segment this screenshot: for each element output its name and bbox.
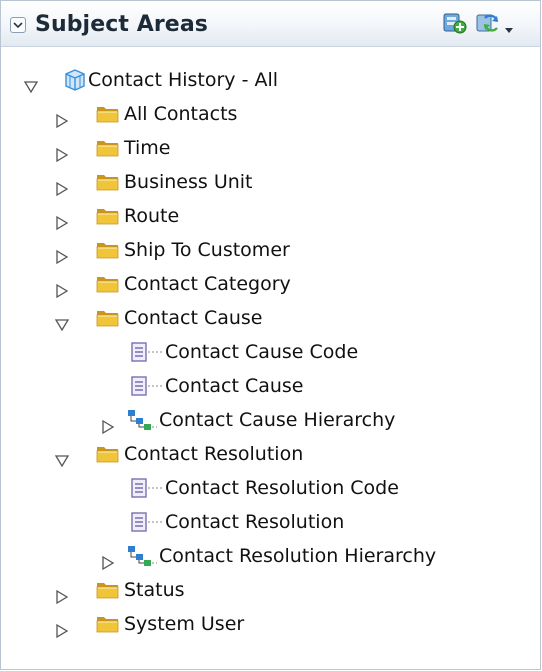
tree-item-label: Status (124, 579, 185, 601)
subject-areas-panel: Subject Areas Contact History - AllAll (0, 0, 541, 670)
tree-item-label: Business Unit (124, 171, 253, 193)
tree-column-contact-cause[interactable]: Contact Cause (1, 369, 540, 403)
expanded-triangle-icon[interactable] (54, 446, 70, 468)
tree-item-label: Contact Resolution Hierarchy (159, 545, 437, 567)
tree-item-label: Contact Category (124, 273, 291, 295)
tree-item-label: Route (124, 205, 180, 227)
tree-column-contact-cause-code[interactable]: Contact Cause Code (1, 335, 540, 369)
tree-folder-system-user[interactable]: System User (1, 607, 540, 641)
tree-root-contact-history[interactable]: Contact History - All (1, 63, 540, 97)
tree-folder-status[interactable]: Status (1, 573, 540, 607)
collapsed-triangle-icon[interactable] (54, 616, 70, 639)
collapsed-triangle-icon[interactable] (54, 208, 70, 231)
chevron-down-icon[interactable] (10, 17, 26, 33)
collapsed-triangle-icon[interactable] (54, 276, 70, 299)
tree-item-label: Contact Resolution Code (165, 477, 399, 499)
tree-hierarchy-contact-cause-hierarchy[interactable]: Contact Cause Hierarchy (1, 403, 540, 437)
tree-folder-contact-category[interactable]: Contact Category (1, 267, 540, 301)
collapsed-triangle-icon[interactable] (54, 174, 70, 197)
tree-hierarchy-contact-resolution-hierarchy[interactable]: Contact Resolution Hierarchy (1, 539, 540, 573)
folder-icon (96, 612, 120, 646)
tree-folder-route[interactable]: Route (1, 199, 540, 233)
tree-item-label: All Contacts (124, 103, 238, 125)
tree-item-label: System User (124, 613, 245, 635)
collapsed-triangle-icon[interactable] (100, 548, 116, 571)
tree-item-label: Contact Cause Code (165, 341, 359, 363)
tree-folder-time[interactable]: Time (1, 131, 540, 165)
tree-item-label: Contact Cause (165, 375, 304, 397)
collapsed-triangle-icon[interactable] (54, 582, 70, 605)
refresh-icon[interactable] (475, 11, 501, 39)
tree-item-label: Time (124, 137, 171, 159)
tree-item-label: Contact Cause Hierarchy (159, 409, 396, 431)
collapsed-triangle-icon[interactable] (54, 140, 70, 163)
expanded-triangle-icon[interactable] (23, 72, 39, 94)
tree-item-label: Contact History - All (88, 69, 279, 91)
tree-item-label: Contact Resolution (124, 443, 304, 465)
tree-folder-business-unit[interactable]: Business Unit (1, 165, 540, 199)
collapsed-triangle-icon[interactable] (54, 106, 70, 129)
panel-header: Subject Areas (1, 1, 540, 47)
tree-item-label: Contact Cause (124, 307, 263, 329)
tree-folder-contact-cause[interactable]: Contact Cause (1, 301, 540, 335)
tree-column-contact-resolution-code[interactable]: Contact Resolution Code (1, 471, 540, 505)
tree-folder-ship-to-customer[interactable]: Ship To Customer (1, 233, 540, 267)
collapsed-triangle-icon[interactable] (100, 412, 116, 435)
tree-item-label: Contact Resolution (165, 511, 345, 533)
collapsed-triangle-icon[interactable] (54, 242, 70, 265)
tree-item-label: Ship To Customer (124, 239, 290, 261)
page-title: Subject Areas (35, 12, 208, 37)
tree-folder-all-contacts[interactable]: All Contacts (1, 97, 540, 131)
dropdown-arrow-icon[interactable] (504, 19, 514, 38)
expanded-triangle-icon[interactable] (54, 310, 70, 332)
create-analysis-icon[interactable] (442, 11, 468, 39)
tree-column-contact-resolution[interactable]: Contact Resolution (1, 505, 540, 539)
tree-folder-contact-resolution[interactable]: Contact Resolution (1, 437, 540, 471)
